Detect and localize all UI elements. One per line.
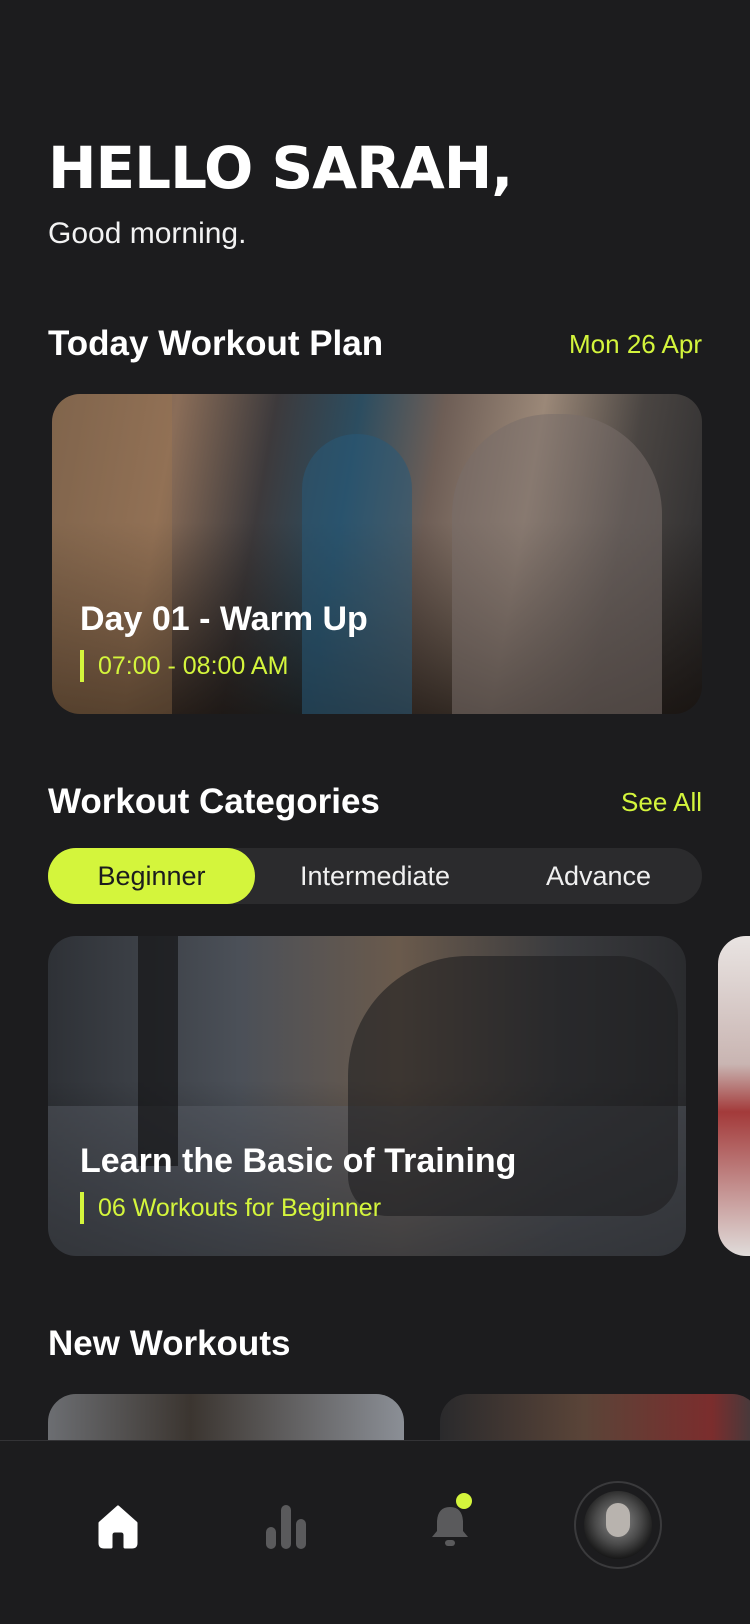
tab-intermediate[interactable]: Intermediate	[255, 848, 495, 904]
nav-profile[interactable]	[574, 1481, 662, 1569]
greeting-title: HELLO SARAH,	[48, 134, 513, 202]
notification-badge	[456, 1493, 472, 1509]
category-card-meta: 06 Workouts for Beginner	[80, 1192, 381, 1224]
category-card[interactable]: Learn the Basic of Training 06 Workouts …	[48, 936, 686, 1256]
avatar	[584, 1491, 652, 1559]
see-all-link[interactable]: See All	[621, 780, 702, 824]
home-icon	[98, 1505, 138, 1549]
tab-advance[interactable]: Advance	[495, 848, 702, 904]
nav-home[interactable]	[78, 1485, 158, 1565]
card-image-detail	[138, 936, 178, 1166]
today-plan-title: Today Workout Plan	[48, 324, 384, 363]
today-workout-title: Day 01 - Warm Up	[80, 600, 368, 638]
category-card-next[interactable]	[718, 936, 750, 1256]
bottom-nav	[0, 1440, 750, 1624]
card-image-detail	[302, 434, 412, 714]
categories-title: Workout Categories	[48, 782, 380, 821]
category-card-title: Learn the Basic of Training	[80, 1142, 517, 1180]
avatar-face	[606, 1503, 630, 1537]
card-image-detail	[452, 414, 662, 714]
today-workout-time: 07:00 - 08:00 AM	[80, 650, 288, 682]
bell-icon	[432, 1507, 468, 1546]
nav-notifications[interactable]	[410, 1485, 490, 1565]
stats-icon	[266, 1505, 306, 1549]
today-plan-date: Mon 26 Apr	[569, 329, 702, 359]
greeting-subtitle: Good morning.	[48, 217, 247, 250]
category-level-tabs: Beginner Intermediate Advance	[48, 848, 702, 904]
nav-stats[interactable]	[246, 1485, 326, 1565]
new-workouts-title: New Workouts	[48, 1324, 291, 1363]
today-workout-card[interactable]: Day 01 - Warm Up 07:00 - 08:00 AM	[52, 394, 702, 714]
tab-beginner[interactable]: Beginner	[48, 848, 255, 904]
